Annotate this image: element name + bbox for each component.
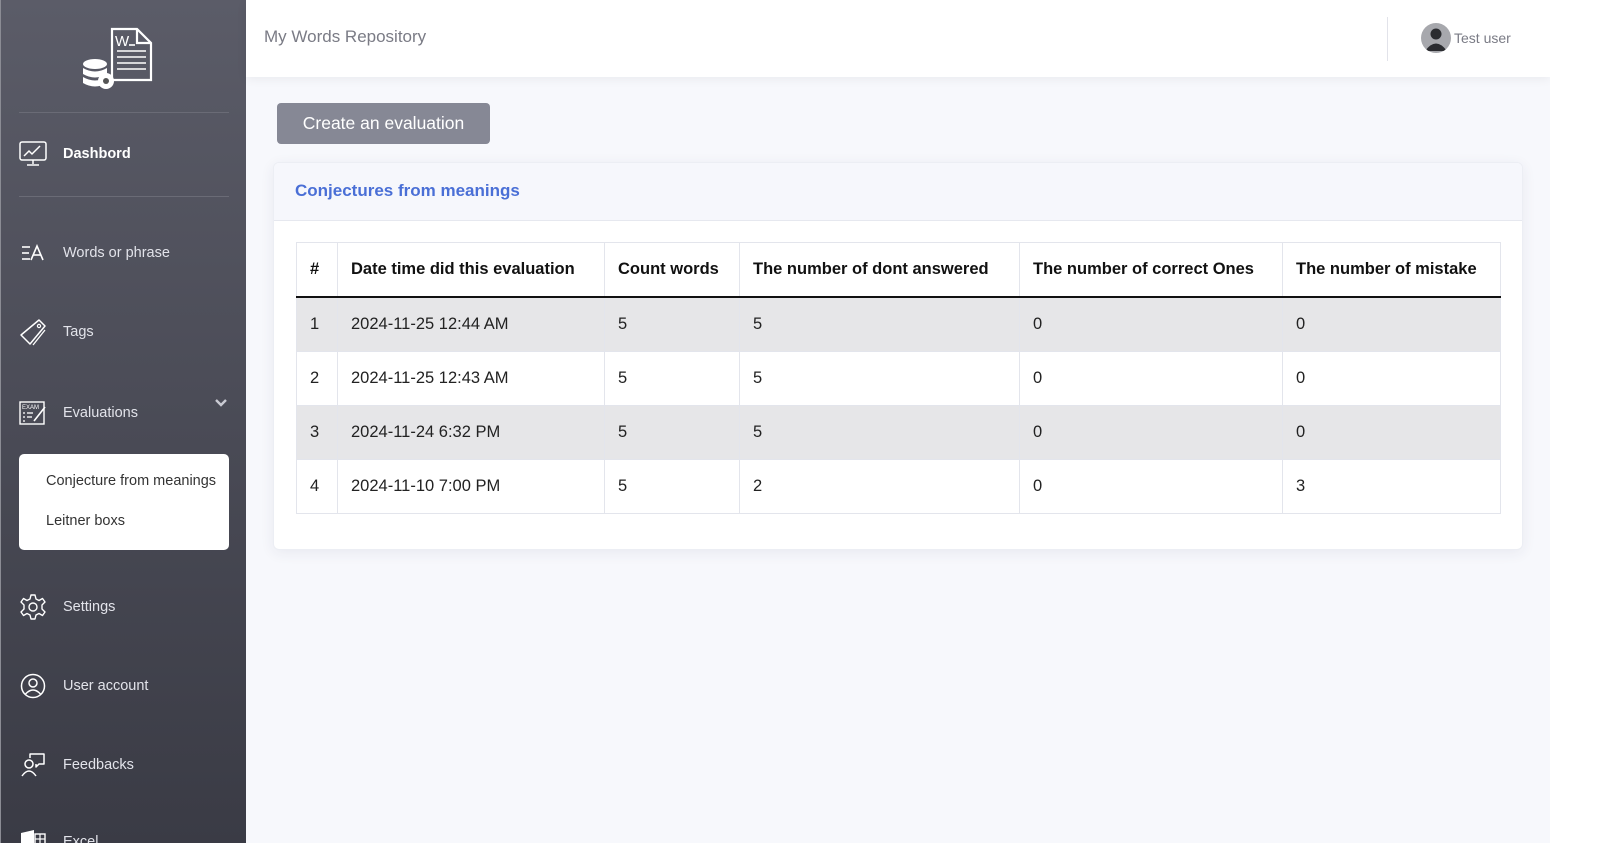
topbar-divider [1387, 17, 1388, 61]
sidebar-item-label: User account [63, 678, 149, 694]
cell-correct: 0 [1019, 405, 1283, 460]
user-menu[interactable]: Test user [1421, 23, 1511, 53]
sidebar-item-label: Evaluations [63, 405, 138, 421]
card-title: Conjectures from meanings [295, 181, 520, 200]
cell-count-words: 5 [604, 297, 740, 352]
table-row[interactable]: 4 2024-11-10 7:00 PM 5 2 0 3 [296, 459, 1501, 514]
create-evaluation-button[interactable]: Create an evaluation [277, 103, 490, 144]
text-translate-icon [19, 239, 47, 267]
column-header-mistake[interactable]: The number of mistake [1282, 242, 1501, 298]
cell-correct: 0 [1019, 297, 1283, 352]
cell-date: 2024-11-25 12:44 AM [337, 297, 605, 352]
cell-correct: 0 [1019, 351, 1283, 406]
table-row[interactable]: 2 2024-11-25 12:43 AM 5 5 0 0 [296, 351, 1501, 406]
sidebar-item-tags[interactable]: Tags [19, 314, 229, 350]
feedback-icon [19, 751, 47, 779]
sidebar-item-settings[interactable]: Settings [19, 589, 229, 625]
card-header: Conjectures from meanings [274, 163, 1522, 221]
sidebar-item-label: Words or phrase [63, 245, 170, 261]
cell-index: 3 [296, 405, 338, 460]
chevron-down-icon[interactable] [213, 396, 229, 408]
cell-dont-answered: 2 [739, 459, 1020, 514]
cell-mistake: 0 [1282, 405, 1501, 460]
sidebar-item-label: Feedbacks [63, 757, 134, 773]
svg-text:W: W [115, 33, 130, 50]
monitor-chart-icon [19, 140, 47, 168]
cell-count-words: 5 [604, 405, 740, 460]
column-header-dont-answered[interactable]: The number of dont answered [739, 242, 1020, 298]
user-circle-icon [19, 672, 47, 700]
cell-date: 2024-11-10 7:00 PM [337, 459, 605, 514]
cell-mistake: 0 [1282, 351, 1501, 406]
words-repository-logo[interactable]: W [79, 26, 155, 92]
cell-count-words: 5 [604, 351, 740, 406]
sidebar-divider [19, 196, 229, 197]
app-viewport: W Dashbord Words or phrase Tags EXAM Eva… [0, 0, 1550, 843]
cell-dont-answered: 5 [739, 405, 1020, 460]
evaluations-table: # Date time did this evaluation Count wo… [296, 242, 1501, 514]
cell-index: 1 [296, 297, 338, 352]
sidebar-item-label: Dashbord [63, 146, 131, 162]
sidebar-divider [19, 112, 229, 113]
cell-index: 4 [296, 459, 338, 514]
sidebar: W Dashbord Words or phrase Tags EXAM Eva… [0, 0, 246, 843]
exam-icon: EXAM [19, 399, 47, 427]
gear-icon [19, 593, 47, 621]
sidebar-item-label: Tags [63, 324, 94, 340]
cell-date: 2024-11-24 6:32 PM [337, 405, 605, 460]
sidebar-item-excel[interactable]: Excel [19, 824, 229, 843]
submenu-item-leitner-boxs[interactable]: Leitner boxs [46, 513, 125, 529]
column-header-index[interactable]: # [296, 242, 338, 298]
evaluations-submenu: Conjecture from meanings Leitner boxs [19, 454, 229, 550]
cell-dont-answered: 5 [739, 297, 1020, 352]
cell-date: 2024-11-25 12:43 AM [337, 351, 605, 406]
column-header-date[interactable]: Date time did this evaluation [337, 242, 605, 298]
cell-mistake: 3 [1282, 459, 1501, 514]
cell-correct: 0 [1019, 459, 1283, 514]
sidebar-item-user-account[interactable]: User account [19, 668, 229, 704]
cell-index: 2 [296, 351, 338, 406]
table-row[interactable]: 1 2024-11-25 12:44 AM 5 5 0 0 [296, 297, 1501, 352]
user-name: Test user [1454, 30, 1511, 46]
user-avatar-icon [1421, 23, 1451, 53]
sidebar-item-label: Excel [63, 834, 99, 843]
tags-icon [19, 318, 47, 346]
submenu-item-conjecture-from-meanings[interactable]: Conjecture from meanings [46, 473, 216, 489]
top-bar: My Words Repository Test user [246, 0, 1550, 77]
sidebar-item-evaluations[interactable]: EXAM Evaluations [19, 395, 229, 431]
excel-icon [19, 828, 47, 843]
table-header-row: # Date time did this evaluation Count wo… [296, 242, 1501, 298]
table-row[interactable]: 3 2024-11-24 6:32 PM 5 5 0 0 [296, 405, 1501, 460]
column-header-count-words[interactable]: Count words [604, 242, 740, 298]
evaluations-card: Conjectures from meanings # Date time di… [273, 162, 1523, 550]
sidebar-item-feedbacks[interactable]: Feedbacks [19, 747, 229, 783]
cell-dont-answered: 5 [739, 351, 1020, 406]
sidebar-item-label: Settings [63, 599, 116, 615]
sidebar-item-words-or-phrase[interactable]: Words or phrase [19, 235, 229, 271]
app-title: My Words Repository [264, 27, 427, 46]
column-header-correct[interactable]: The number of correct Ones [1019, 242, 1283, 298]
svg-text:EXAM: EXAM [22, 405, 39, 411]
sidebar-item-dashboard[interactable]: Dashbord [19, 136, 229, 172]
cell-mistake: 0 [1282, 297, 1501, 352]
cell-count-words: 5 [604, 459, 740, 514]
